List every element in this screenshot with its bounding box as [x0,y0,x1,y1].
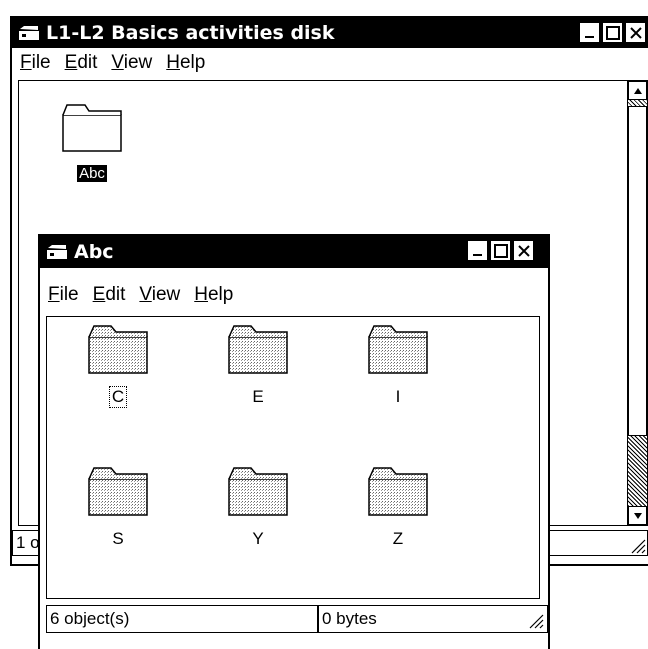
inner-menu-view[interactable]: View [139,284,180,306]
folder-icon [88,467,148,516]
outer-menubar: File Edit View Help [12,48,648,78]
outer-status-text: 1 o [16,533,40,552]
scroll-up-arrow[interactable] [628,81,647,100]
folder-icon [62,104,122,152]
folder-abc-label: Abc [77,165,107,182]
folder-y[interactable]: Y [223,465,293,549]
inner-menubar: File Edit View Help [40,280,548,310]
inner-close-button[interactable] [513,240,534,261]
drive-icon [18,25,40,41]
minimize-icon [472,253,482,256]
folder-i[interactable]: I [363,323,433,407]
inner-menu-edit[interactable]: Edit [93,284,126,306]
folder-icon [368,325,428,374]
inner-titlebar[interactable]: Abc [40,236,548,268]
resize-grip-icon[interactable] [628,536,646,554]
folder-s[interactable]: S [83,465,153,549]
outer-vertical-scrollbar[interactable] [627,81,647,525]
menu-view[interactable]: View [111,52,152,74]
outer-titlebar[interactable]: L1-L2 Basics activities disk [12,18,648,48]
outer-title: L1-L2 Basics activities disk [46,22,335,44]
folder-label: S [112,529,124,548]
inner-status-size-text: 0 bytes [322,609,377,628]
folder-icon [228,467,288,516]
menu-help[interactable]: Help [166,52,205,74]
maximize-icon [493,243,508,258]
folder-icon [228,325,288,374]
menu-file[interactable]: File [20,52,51,74]
folder-icon [88,325,148,374]
folder-label: I [395,387,401,406]
folder-e[interactable]: E [223,323,293,407]
menu-edit[interactable]: Edit [65,52,98,74]
close-button[interactable] [625,22,646,43]
up-arrow-icon [633,87,642,94]
folder-z[interactable]: Z [363,465,433,549]
inner-status-objects-text: 6 object(s) [50,609,130,628]
folder-abc[interactable]: Abc [57,103,127,183]
scroll-down-arrow[interactable] [628,506,647,525]
folder-label: Z [392,529,404,548]
folder-icon [368,467,428,516]
drive-icon [46,244,68,260]
resize-grip-icon[interactable] [526,611,544,629]
inner-menu-help[interactable]: Help [194,284,233,306]
inner-status-objects: 6 object(s) [46,605,318,633]
scroll-track[interactable] [628,100,647,506]
close-icon [629,26,642,39]
inner-window: Abc File Edit View Help C E I S Y Z 6 object(… [38,234,550,649]
inner-maximize-button[interactable] [490,240,511,261]
inner-status-size: 0 bytes [318,605,548,633]
minimize-button[interactable] [579,22,600,43]
inner-statusbar: 6 object(s) 0 bytes [46,605,548,633]
close-icon [517,244,530,257]
maximize-icon [605,25,620,40]
folder-label: E [252,387,264,406]
inner-menu-file[interactable]: File [48,284,79,306]
folder-c[interactable]: C [83,323,153,408]
minimize-icon [584,35,594,38]
folder-label: Y [252,529,264,548]
maximize-button[interactable] [602,22,623,43]
inner-content: C E I S Y Z [46,316,540,599]
inner-minimize-button[interactable] [467,240,488,261]
inner-title: Abc [74,241,114,263]
down-arrow-icon [633,512,642,519]
scroll-thumb[interactable] [628,106,647,436]
folder-label: C [108,386,128,408]
